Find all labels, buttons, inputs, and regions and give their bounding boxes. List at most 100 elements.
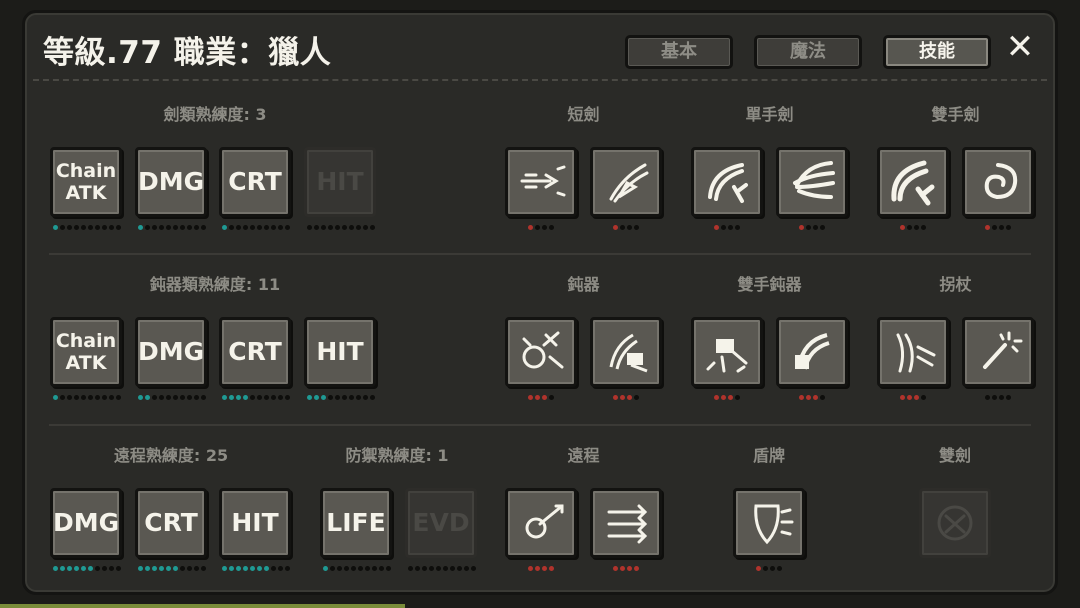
greatsword-swing-icon — [891, 160, 935, 206]
progress-dot — [535, 566, 540, 571]
stat-tile-label: LIFE — [326, 508, 386, 537]
stat-tile-label: DMG — [138, 337, 205, 366]
progress-dot — [799, 395, 804, 400]
stat-tile-crt[interactable]: CRT — [219, 317, 291, 387]
progress-dot — [243, 566, 248, 571]
progress-dot — [349, 225, 354, 230]
stat-tile-chain-atk[interactable]: Chain ATK — [50, 147, 122, 217]
progress-dot — [344, 566, 349, 571]
progress-dot — [60, 566, 65, 571]
stat-tile-dmg[interactable]: DMG — [50, 488, 122, 558]
skill-tile[interactable] — [590, 317, 662, 387]
stat-tile-crt[interactable]: CRT — [135, 488, 207, 558]
page-title: 等級.77 職業：獵人 — [43, 35, 332, 71]
progress-dot — [95, 395, 100, 400]
stat-tile-life[interactable]: LIFE — [320, 488, 392, 558]
tab-magic[interactable]: 魔法 — [754, 35, 862, 69]
progress-dots — [138, 395, 208, 401]
progress-dots — [900, 225, 928, 231]
progress-dot — [634, 225, 639, 230]
progress-dot — [194, 225, 199, 230]
section-label: 雙手鈍器 — [737, 275, 802, 294]
progress-dot — [356, 395, 361, 400]
progress-dot — [109, 566, 114, 571]
progress-dot — [102, 395, 107, 400]
progress-dot — [102, 225, 107, 230]
skill-tile[interactable] — [590, 488, 662, 558]
progress-dot — [152, 395, 157, 400]
warhammer-swing-icon — [795, 333, 830, 370]
stat-tile-evd: EVD — [405, 488, 477, 558]
progress-dot — [109, 395, 114, 400]
progress-dot — [187, 395, 192, 400]
progress-dot — [222, 225, 227, 230]
stat-tile-dmg[interactable]: DMG — [135, 317, 207, 387]
skill-tile[interactable] — [776, 147, 848, 217]
skill-tile[interactable] — [877, 147, 949, 217]
skill-tile[interactable] — [776, 317, 848, 387]
section-label: 防禦熟練度: 1 — [345, 446, 449, 465]
multi-arrow-icon — [607, 504, 648, 544]
skill-tile[interactable] — [505, 488, 577, 558]
tab-basic[interactable]: 基本 — [625, 35, 733, 69]
section-label: 鈍器類熟練度: 11 — [149, 275, 281, 294]
stat-tile-dmg[interactable]: DMG — [135, 147, 207, 217]
progress-dot — [370, 395, 375, 400]
tab-skills[interactable]: 技能 — [883, 35, 991, 69]
skill-tile — [919, 488, 991, 558]
skill-tile[interactable] — [691, 317, 763, 387]
progress-dot — [116, 225, 121, 230]
progress-dot — [201, 225, 206, 230]
progress-dot — [264, 395, 269, 400]
progress-dot — [278, 566, 283, 571]
progress-dot — [528, 566, 533, 571]
skill-tile[interactable] — [877, 317, 949, 387]
stat-tile-crt[interactable]: CRT — [219, 147, 291, 217]
skill-tile[interactable] — [505, 147, 577, 217]
progress-dot — [166, 225, 171, 230]
progress-dots — [138, 566, 208, 572]
stat-tile-hit[interactable]: HIT — [304, 317, 376, 387]
progress-dot — [152, 566, 157, 571]
stat-tile-chain-atk[interactable]: Chain ATK — [50, 317, 122, 387]
dual-sword-icon — [937, 505, 973, 541]
progress-dot — [88, 225, 93, 230]
progress-dot — [250, 566, 255, 571]
progress-dot — [777, 566, 782, 571]
progress-dot — [337, 566, 342, 571]
progress-dot — [180, 566, 185, 571]
progress-dots — [613, 395, 641, 401]
progress-dot — [992, 225, 997, 230]
progress-dot — [166, 395, 171, 400]
warhammer-quake-icon — [706, 339, 748, 373]
progress-dot — [138, 225, 143, 230]
skill-tile[interactable] — [962, 147, 1034, 217]
progress-dots — [408, 566, 478, 572]
progress-dots — [900, 395, 928, 401]
skill-tile[interactable] — [733, 488, 805, 558]
progress-dot — [194, 566, 199, 571]
progress-dots — [985, 395, 1013, 401]
close-button[interactable]: ✕ — [1005, 29, 1035, 65]
section-label: 盾牌 — [752, 446, 785, 465]
progress-dot — [321, 225, 326, 230]
progress-dot — [1006, 395, 1011, 400]
progress-dot — [907, 225, 912, 230]
skill-tile[interactable] — [962, 317, 1034, 387]
skill-tile[interactable] — [590, 147, 662, 217]
stat-tile-hit[interactable]: HIT — [219, 488, 291, 558]
skill-tile[interactable] — [505, 317, 577, 387]
progress-dot — [187, 225, 192, 230]
panel-header: 等級.77 職業：獵人 基本 魔法 技能 ✕ — [25, 13, 1055, 79]
progress-dot — [900, 395, 905, 400]
progress-dots — [307, 225, 377, 231]
skill-tile[interactable] — [691, 147, 763, 217]
row-divider — [49, 424, 1031, 426]
progress-dot — [222, 566, 227, 571]
progress-dot — [229, 566, 234, 571]
progress-dot — [756, 566, 761, 571]
progress-dot — [222, 395, 227, 400]
progress-dot — [429, 566, 434, 571]
progress-dot — [257, 566, 262, 571]
progress-dot — [95, 566, 100, 571]
